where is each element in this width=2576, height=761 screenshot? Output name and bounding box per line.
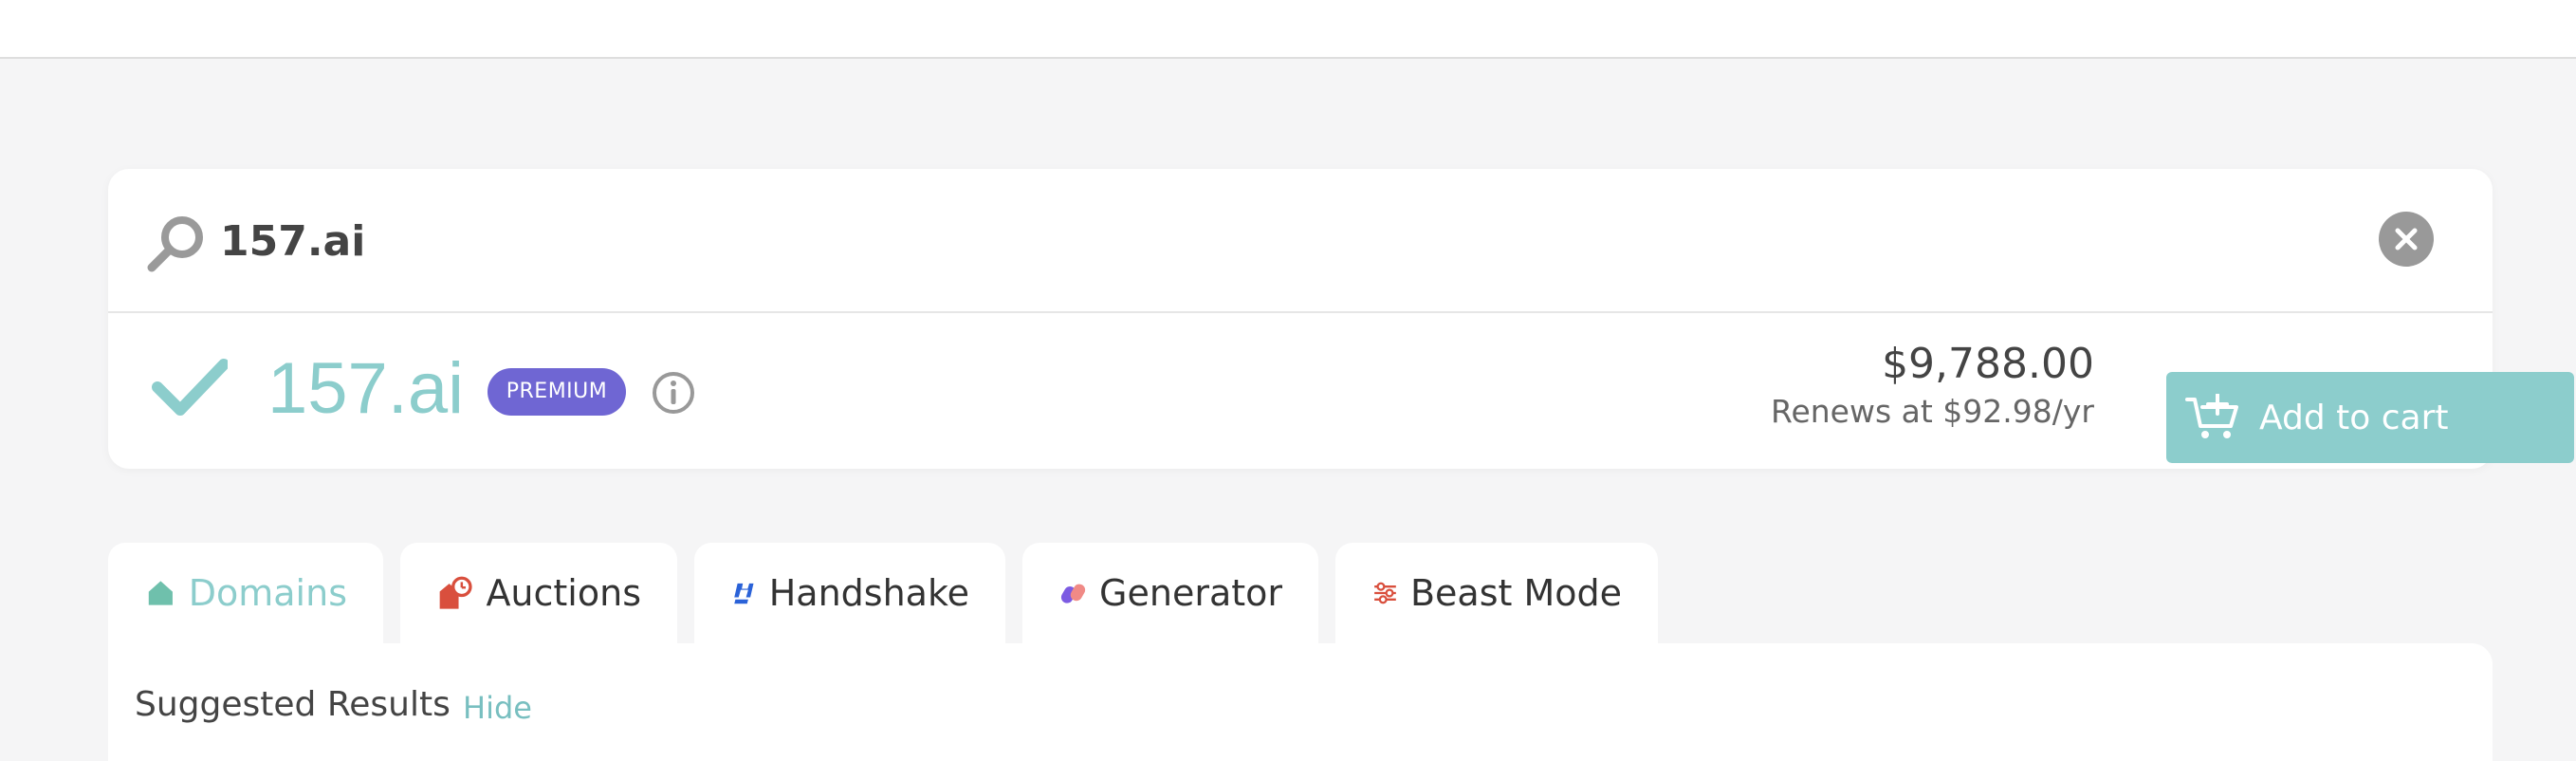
tab-generator-label: Generator [1099, 572, 1282, 614]
check-icon [152, 359, 228, 416]
generator-icon [1060, 584, 1086, 603]
premium-badge: PREMIUM [488, 368, 626, 416]
tab-domains[interactable]: Domains [108, 543, 383, 643]
handshake-icon [734, 583, 754, 604]
close-icon [2395, 228, 2418, 251]
renewal-price: Renews at $92.98/yr [1771, 393, 2094, 430]
add-to-cart-button[interactable]: Add to cart [2166, 372, 2574, 463]
tab-handshake[interactable]: Handshake [694, 543, 1005, 643]
search-row [108, 169, 2493, 313]
tab-generator[interactable]: Generator [1022, 543, 1318, 643]
tab-beast-mode-label: Beast Mode [1409, 572, 1622, 614]
tab-auctions[interactable]: Auctions [400, 543, 677, 643]
search-icon [147, 216, 203, 272]
add-to-cart-label: Add to cart [2259, 398, 2449, 437]
search-tabs: Domains Auctions Handshake Generator Bea… [108, 543, 1658, 643]
domain-price: $9,788.00 [1882, 340, 2094, 388]
domain-result-row: 157.ai PREMIUM $9,788.00 Renews at $92.9… [108, 313, 2493, 469]
cart-icon [2185, 394, 2238, 438]
clear-search-button[interactable] [2379, 212, 2434, 267]
search-input[interactable] [220, 211, 1927, 273]
tab-auctions-label: Auctions [486, 572, 641, 614]
hide-suggestions-link[interactable]: Hide [463, 687, 532, 729]
tab-handshake-label: Handshake [768, 572, 969, 614]
house-icon [148, 581, 173, 605]
results-panel: Suggested Results Hide [108, 643, 2493, 761]
tab-beast-mode[interactable]: Beast Mode [1335, 543, 1658, 643]
top-bar [0, 0, 2576, 59]
search-card: 157.ai PREMIUM $9,788.00 Renews at $92.9… [108, 169, 2574, 469]
suggested-results-title: Suggested Results [135, 685, 451, 724]
tab-domains-label: Domains [188, 572, 347, 614]
auction-icon [439, 576, 472, 609]
info-icon[interactable] [651, 370, 696, 416]
sliders-icon [1374, 582, 1396, 604]
domain-name: 157.ai [267, 348, 465, 429]
